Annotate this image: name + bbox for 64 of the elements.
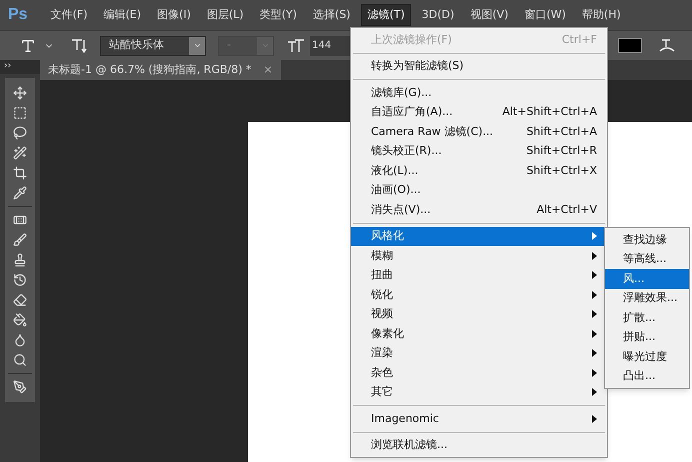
menu-item[interactable]: 编辑(E) — [98, 4, 146, 26]
submenu-option[interactable]: 凸出... — [605, 366, 689, 386]
document-tab[interactable]: 未标题-1 @ 66.7% (搜狗指南, RGB/8) * × — [40, 60, 281, 80]
submenu-option[interactable]: 曝光过度 — [605, 347, 689, 366]
menu-option[interactable]: 自适应广角(A)... Alt+Shift+Ctrl+A — [351, 102, 607, 122]
menu-item[interactable]: 图像(I) — [152, 4, 196, 26]
menu-item[interactable]: 帮助(H) — [576, 4, 626, 26]
drop-tool-icon[interactable] — [13, 332, 27, 346]
submenu-option[interactable]: 浮雕效果... — [605, 288, 689, 308]
submenu-option[interactable]: 拼贴... — [605, 328, 689, 347]
menu-item[interactable]: 窗口(W) — [519, 4, 571, 26]
eraser-tool-icon[interactable] — [13, 292, 27, 306]
stamp-tool-icon[interactable] — [13, 252, 27, 266]
document-title: 未标题-1 @ 66.7% (搜狗指南, RGB/8) * — [48, 62, 252, 78]
menu-item[interactable]: 类型(Y) — [254, 4, 302, 26]
menu-option[interactable]: 渲染 — [351, 344, 607, 363]
menu-option[interactable]: 锐化 — [351, 285, 607, 304]
warp-text-icon[interactable] — [658, 36, 676, 54]
text-color-swatch[interactable] — [618, 38, 642, 53]
menu-option[interactable]: 镜头校正(R)... Shift+Ctrl+R — [351, 142, 607, 161]
menu-option[interactable]: 其它 — [351, 382, 607, 402]
submenu-option[interactable]: 扩散... — [605, 308, 689, 328]
history-brush-tool-icon[interactable] — [13, 272, 27, 286]
menu-option[interactable]: 视频 — [351, 304, 607, 324]
menu-item[interactable]: 选择(S) — [308, 4, 356, 26]
menu-option[interactable]: Camera Raw 滤镜(C)... Shift+Ctrl+A — [351, 122, 607, 142]
font-size-icon — [286, 38, 306, 54]
menu-item[interactable]: 滤镜(T) — [361, 4, 411, 26]
caret-icon — [192, 41, 202, 50]
menu-option[interactable]: 转换为智能滤镜(S) — [351, 56, 607, 76]
wand-tool-icon[interactable] — [13, 146, 27, 160]
menu-item[interactable]: 视图(V) — [465, 4, 514, 26]
brush-tool-icon[interactable] — [13, 232, 27, 246]
panel-toggle[interactable]: ›› — [0, 60, 40, 74]
menu-option[interactable]: Imagenomic — [351, 409, 607, 428]
crop-tool-icon[interactable] — [13, 166, 27, 180]
pen-tool-icon[interactable] — [13, 380, 27, 394]
caret-icon — [260, 41, 270, 50]
menu-option[interactable]: 浏览联机滤镜... — [351, 436, 607, 455]
menu-option[interactable]: 杂色 — [351, 363, 607, 382]
menu-option[interactable]: 风格化 — [351, 226, 607, 246]
menu-option[interactable]: 模糊 — [351, 246, 607, 266]
menu-option[interactable]: 油画(O)... — [351, 180, 607, 200]
paint-bucket-tool-icon[interactable] — [13, 312, 27, 326]
menu-option[interactable]: 消失点(V)... Alt+Ctrl+V — [351, 200, 607, 220]
submenu-option[interactable]: 查找边缘 — [605, 230, 689, 250]
eyedropper-tool-icon[interactable] — [13, 186, 27, 200]
text-tool-icon[interactable] — [20, 38, 36, 54]
lasso-tool-icon[interactable] — [13, 126, 27, 140]
menu-option[interactable]: 液化(L)... Shift+Ctrl+X — [351, 161, 607, 180]
app-logo: Ps — [8, 5, 28, 25]
menu-item[interactable]: 图层(L) — [202, 4, 249, 26]
font-family-dropdown[interactable]: 站酷快乐体 — [100, 36, 206, 56]
menu-item[interactable]: 文件(F) — [46, 4, 92, 26]
submenu-option[interactable]: 等高线... — [605, 250, 689, 269]
menu-option[interactable]: 滤镜库(G)... — [351, 83, 607, 102]
menu-item[interactable]: 3D(D) — [416, 4, 460, 26]
text-orientation-icon[interactable] — [70, 38, 88, 54]
menu-option[interactable]: 像素化 — [351, 324, 607, 344]
marquee-tool-icon[interactable] — [13, 106, 27, 120]
submenu-option[interactable]: 风... — [605, 269, 689, 288]
font-size-field[interactable]: 144 — [310, 36, 350, 56]
move-tool-icon[interactable] — [13, 86, 27, 100]
menu-option[interactable]: 扭曲 — [351, 266, 607, 285]
